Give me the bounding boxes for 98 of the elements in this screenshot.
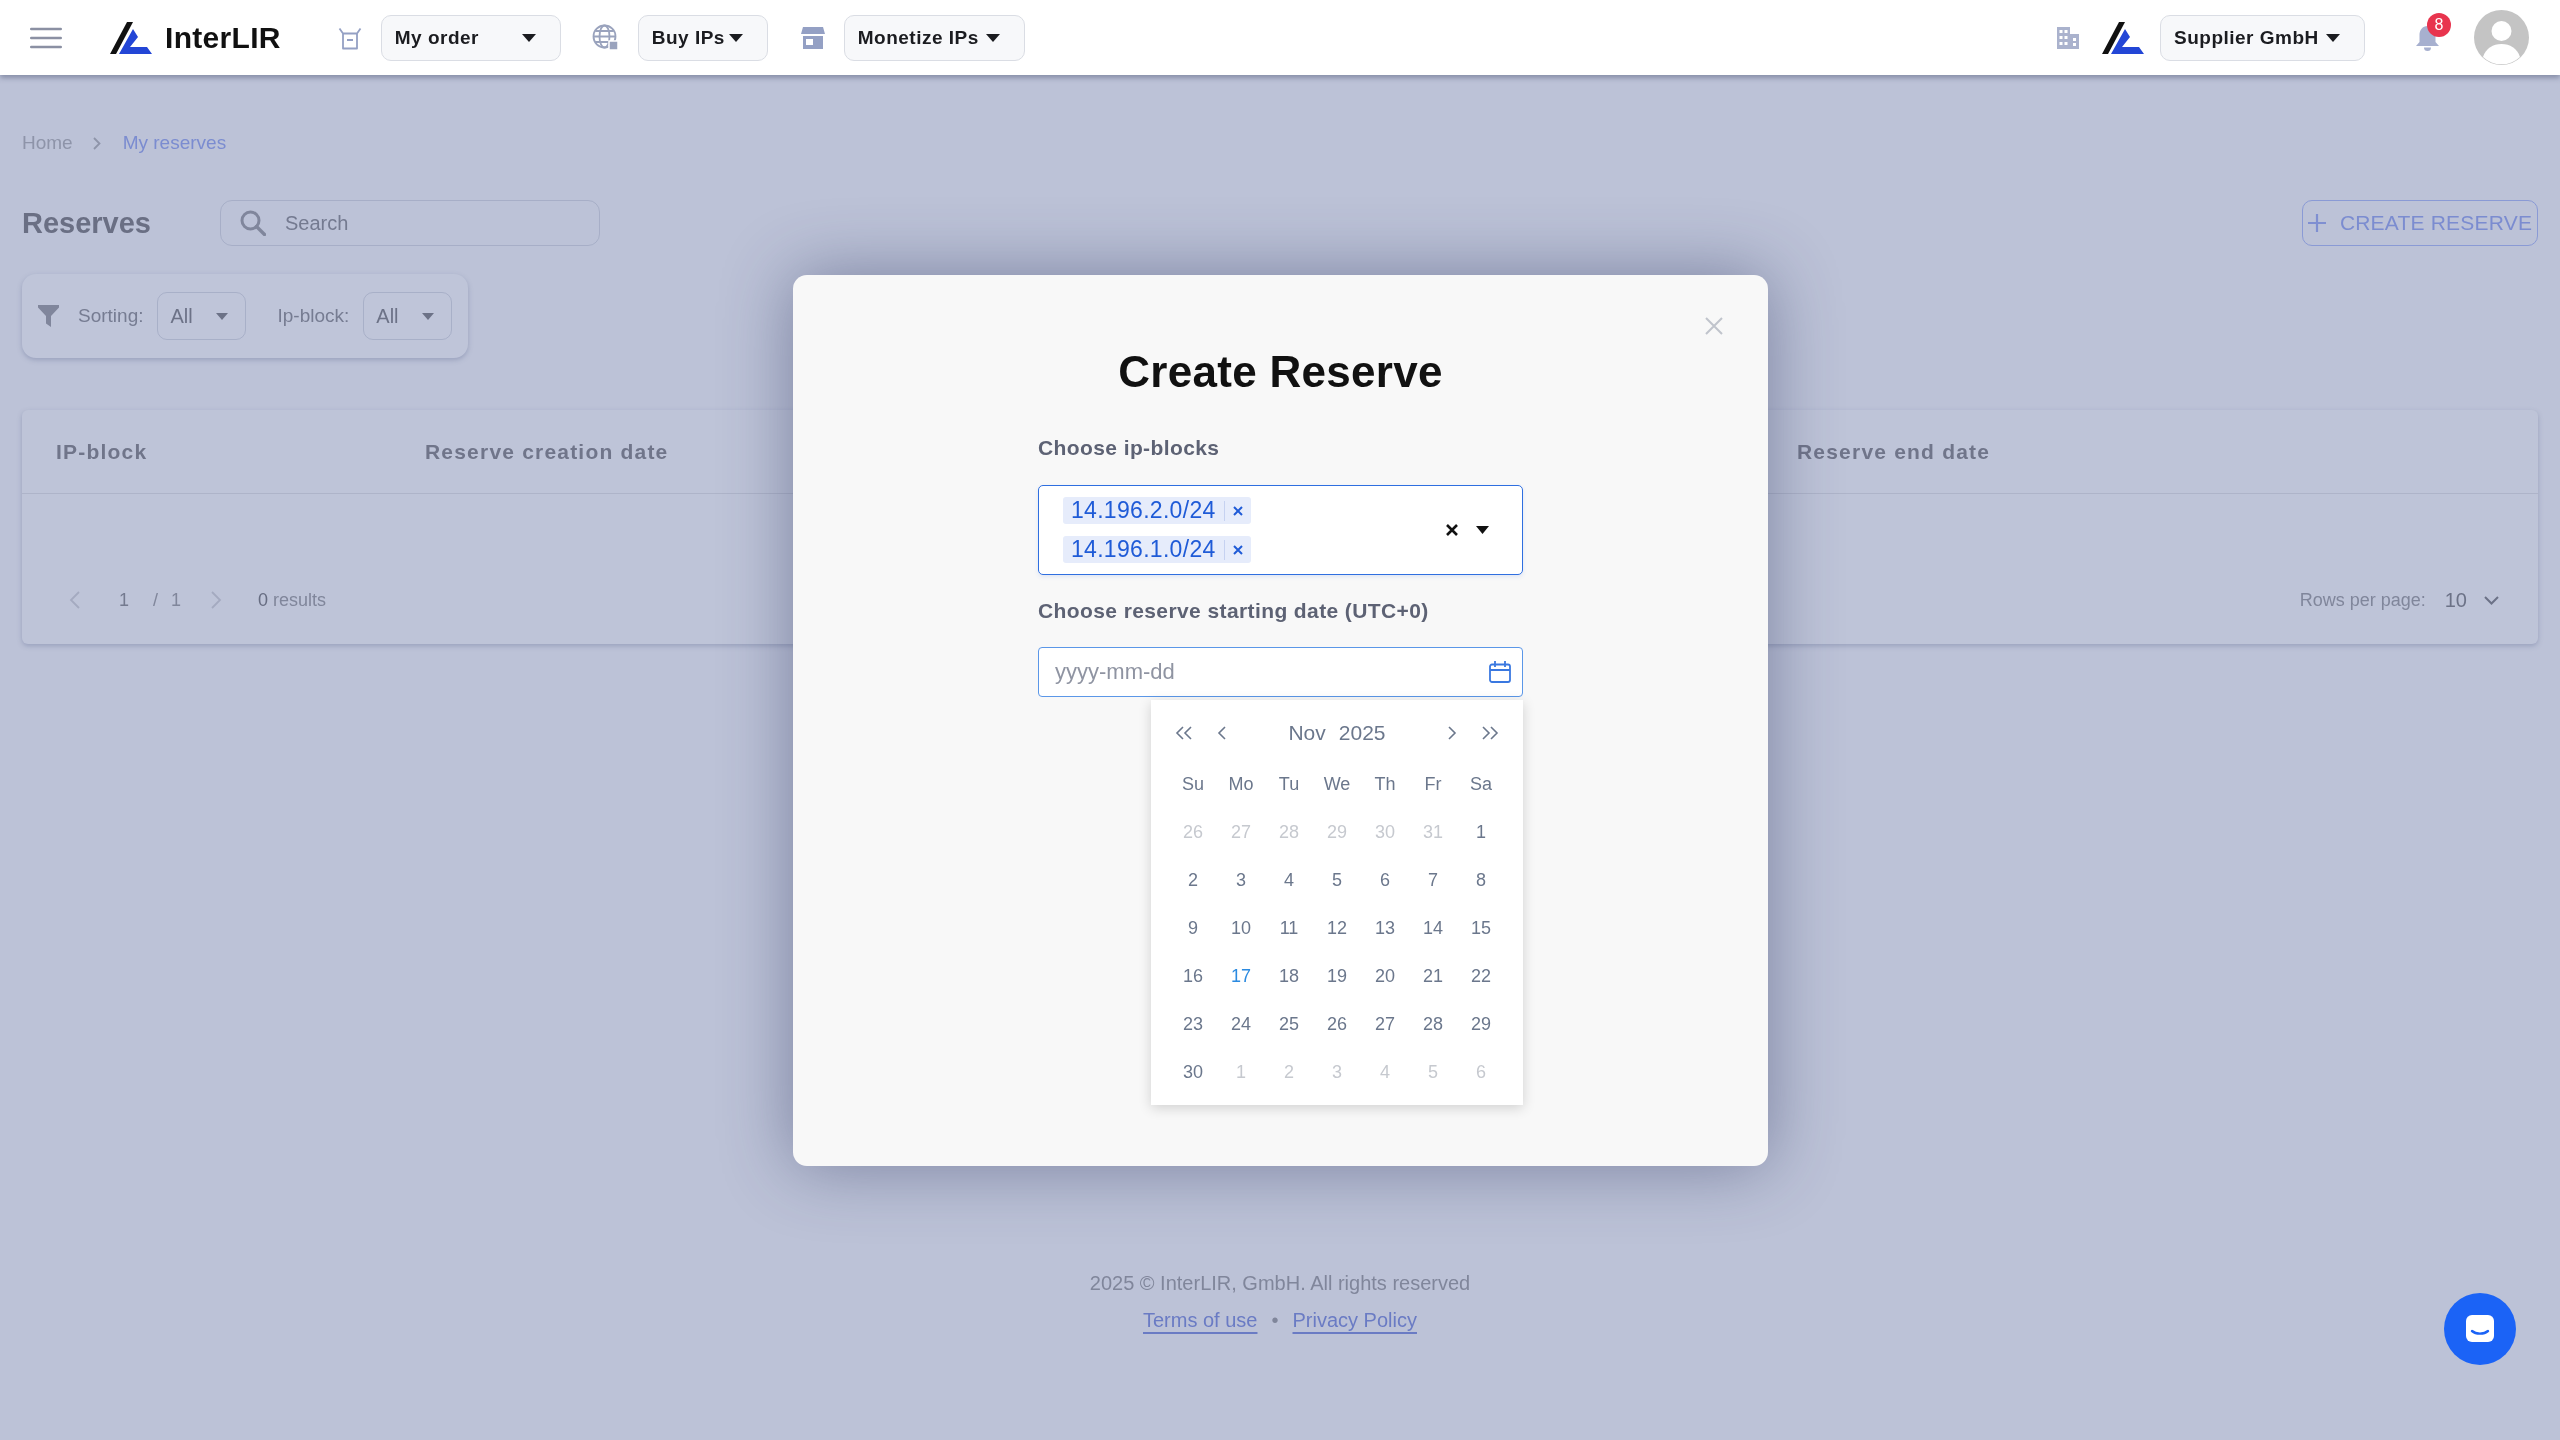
chevron-right-icon: [92, 136, 101, 150]
caret-icon: [1476, 526, 1489, 534]
calendar-day[interactable]: 14: [1409, 904, 1457, 952]
calendar-day[interactable]: 18: [1265, 952, 1313, 1000]
calendar-day[interactable]: 27: [1361, 1000, 1409, 1048]
account-dropdown[interactable]: Supplier GmbH: [2160, 14, 2365, 61]
weekday-label: We: [1322, 772, 1352, 796]
calendar-day[interactable]: 17: [1217, 952, 1265, 1000]
search-icon: [240, 210, 266, 236]
calendar-day[interactable]: 7: [1409, 856, 1457, 904]
page-total: 1: [171, 589, 182, 611]
calendar-day[interactable]: 15: [1457, 904, 1505, 952]
globe-icon[interactable]: [591, 24, 619, 51]
ip-block-tag[interactable]: 14.196.1.0/24: [1063, 536, 1251, 563]
notification-badge: 8: [2427, 12, 2451, 37]
caret-icon: [985, 33, 1000, 42]
remove-icon[interactable]: [1232, 544, 1243, 555]
calendar-day[interactable]: 30: [1169, 1048, 1217, 1096]
remove-icon[interactable]: [1232, 505, 1243, 516]
nav-dropdown[interactable]: Buy IPs: [637, 14, 768, 61]
menu-icon[interactable]: [30, 26, 62, 49]
calendar-day[interactable]: 8: [1457, 856, 1505, 904]
dialog-title: Create Reserve: [1118, 346, 1443, 398]
copyright-text: 2025 © InterLIR, GmbH. All rights reserved: [1089, 1271, 1471, 1296]
calendar-day[interactable]: 23: [1169, 1000, 1217, 1048]
calendar-day[interactable]: 2: [1169, 856, 1217, 904]
caret-icon: [521, 33, 536, 42]
footer-link[interactable]: Privacy Policy: [1292, 1306, 1417, 1334]
plus-icon: [2307, 214, 2326, 232]
weekday-label: Mo: [1227, 772, 1255, 796]
ip-blocks-select[interactable]: 14.196.2.0/24 14.196.1.0/24: [1038, 485, 1523, 575]
month-button[interactable]: Nov: [1288, 721, 1326, 745]
date-field[interactable]: yyyy-mm-dd: [1038, 647, 1523, 697]
filter-select[interactable]: All: [157, 292, 247, 340]
double-chevron-left-icon[interactable]: [1175, 726, 1193, 740]
field-label: Choose reserve starting date (UTC+0): [1038, 598, 1430, 624]
calendar-day[interactable]: 22: [1457, 952, 1505, 1000]
logo-icon: [2101, 21, 2145, 54]
column-header: Reserve end date: [1797, 439, 1991, 464]
weekday-label: Tu: [1277, 772, 1301, 796]
brand-name[interactable]: InterLIR: [165, 20, 281, 55]
nav-dropdown[interactable]: My order: [380, 14, 561, 61]
calendar-day[interactable]: 11: [1265, 904, 1313, 952]
calendar-day[interactable]: 20: [1361, 952, 1409, 1000]
calendar-day[interactable]: 1: [1457, 808, 1505, 856]
footer-link[interactable]: Terms of use: [1143, 1306, 1258, 1334]
caret-icon: [422, 312, 435, 320]
calendar-day[interactable]: 24: [1217, 1000, 1265, 1048]
calendar-day[interactable]: 4: [1265, 856, 1313, 904]
filter-label: Ip-block:: [277, 305, 350, 327]
page-separator: /: [153, 589, 159, 611]
year-button[interactable]: 2025: [1338, 721, 1386, 745]
weekday-label: Th: [1373, 772, 1397, 796]
calendar-day[interactable]: 13: [1361, 904, 1409, 952]
calendar-day[interactable]: 29: [1457, 1000, 1505, 1048]
chevron-left-icon[interactable]: [1217, 726, 1226, 740]
ip-block-tag[interactable]: 14.196.2.0/24: [1063, 497, 1251, 524]
calendar-day[interactable]: 19: [1313, 952, 1361, 1000]
caret-icon: [216, 312, 229, 320]
field-label: Choose ip-blocks: [1038, 435, 1221, 461]
calendar-day[interactable]: 25: [1265, 1000, 1313, 1048]
clear-icon[interactable]: [1446, 524, 1458, 536]
column-header: IP-block: [56, 439, 148, 464]
calendar-day[interactable]: 9: [1169, 904, 1217, 952]
results-count: 0 results: [258, 589, 327, 611]
calendar-day[interactable]: 16: [1169, 952, 1217, 1000]
calendar-day[interactable]: 5: [1313, 856, 1361, 904]
caret-icon: [728, 33, 743, 42]
rows-per-page-select[interactable]: 10: [2444, 588, 2499, 612]
column-header: Reserve creation date: [425, 439, 669, 464]
weekday-label: Sa: [1469, 772, 1493, 796]
page-title: Reserves: [22, 206, 151, 240]
calendar-day[interactable]: 10: [1217, 904, 1265, 952]
rows-per-page-label: Rows per page:: [2299, 589, 2426, 611]
filter-label: Sorting:: [78, 305, 144, 327]
calendar-day[interactable]: 26: [1313, 1000, 1361, 1048]
logo-icon[interactable]: [110, 21, 152, 54]
caret-icon: [2326, 33, 2340, 42]
weekday-label: Su: [1181, 772, 1205, 796]
double-chevron-right-icon[interactable]: [1481, 726, 1499, 740]
store-icon[interactable]: [800, 26, 825, 49]
search-field[interactable]: Search: [220, 200, 600, 246]
chat-icon[interactable]: [2444, 1293, 2516, 1365]
weekday-label: Fr: [1423, 772, 1443, 796]
calendar-icon[interactable]: [1489, 661, 1511, 683]
box-icon[interactable]: [337, 25, 362, 50]
chevron-right-icon[interactable]: [1448, 726, 1457, 740]
nav-dropdown[interactable]: Monetize IPs: [843, 14, 1025, 61]
filter-select[interactable]: All: [363, 292, 453, 340]
calendar-day[interactable]: 3: [1217, 856, 1265, 904]
calendar-day[interactable]: 21: [1409, 952, 1457, 1000]
page-number: 1: [119, 589, 129, 611]
calendar-day[interactable]: 12: [1313, 904, 1361, 952]
calendar-day[interactable]: 6: [1361, 856, 1409, 904]
filter-icon: [38, 305, 59, 327]
footer-separator: •: [1271, 1308, 1279, 1333]
calendar-day[interactable]: 28: [1409, 1000, 1457, 1048]
chevron-down-icon: [2484, 595, 2499, 605]
